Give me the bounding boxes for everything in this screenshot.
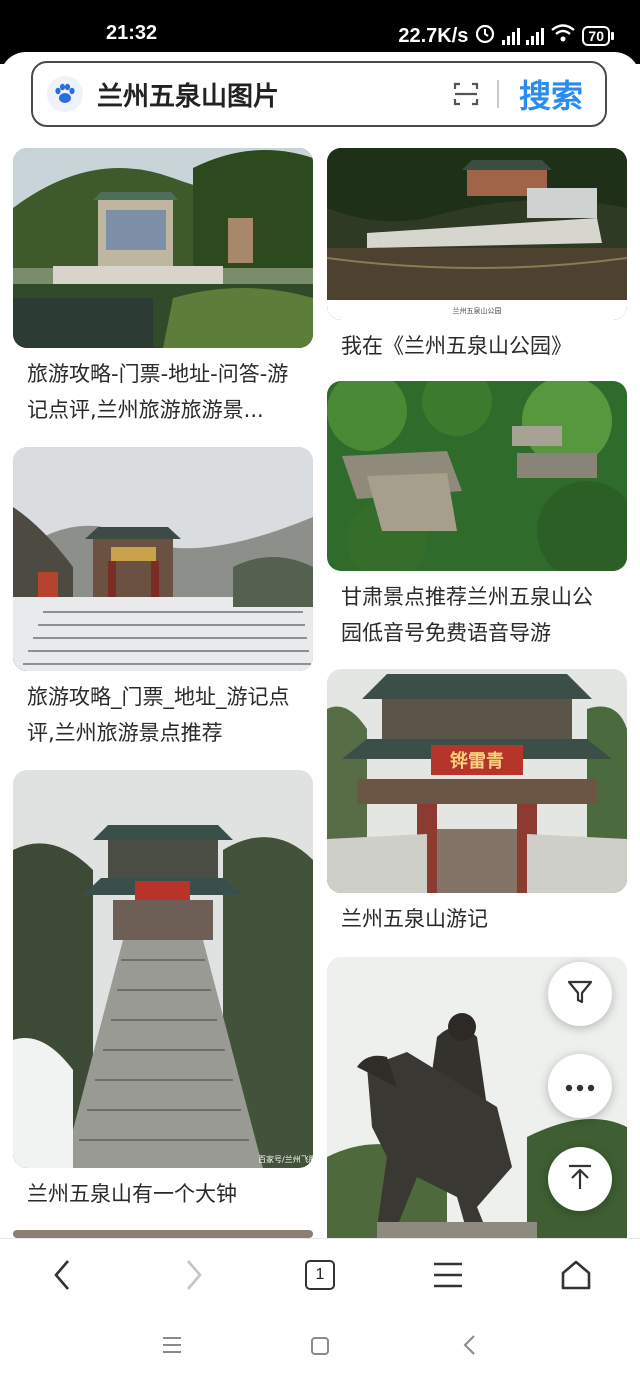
tab-count: 1 xyxy=(305,1260,335,1290)
search-divider xyxy=(496,80,499,108)
result-card[interactable]: 旅游攻略_门票_地址_游记点评,兰州旅游景点推荐 xyxy=(13,447,313,751)
result-image[interactable]: 兰州五泉山公园 xyxy=(327,148,627,320)
result-caption[interactable]: 我在《兰州五泉山公园》 xyxy=(327,328,627,364)
result-image[interactable]: 铧雷青 xyxy=(327,669,627,893)
alarm-icon xyxy=(474,22,496,50)
result-image[interactable] xyxy=(13,447,313,671)
system-home-icon[interactable] xyxy=(310,1336,330,1360)
home-icon[interactable] xyxy=(556,1255,596,1295)
search-header: 兰州五泉山图片 搜索 xyxy=(0,52,640,144)
system-back-icon[interactable] xyxy=(462,1334,476,1360)
tabs-button[interactable]: 1 xyxy=(300,1255,340,1295)
signal-icon xyxy=(502,27,521,45)
forward-icon[interactable] xyxy=(174,1255,214,1295)
search-input[interactable]: 兰州五泉山图片 xyxy=(97,76,453,113)
battery-indicator: 70 xyxy=(582,26,614,46)
browser-bottom-nav: 1 xyxy=(0,1238,640,1309)
back-to-top-icon xyxy=(566,1163,594,1195)
status-icons: 22.7K/s 70 xyxy=(398,22,614,50)
menu-icon[interactable] xyxy=(428,1255,468,1295)
result-card[interactable]: 铧雷青 兰州五泉山游记 xyxy=(327,669,627,937)
search-button[interactable]: 搜索 xyxy=(519,71,583,117)
result-card-partial[interactable] xyxy=(13,1230,313,1238)
filter-icon xyxy=(566,978,594,1010)
result-card[interactable]: 百家号/兰州飞騰 兰州五泉山有一个大钟 xyxy=(13,770,313,1212)
result-image[interactable] xyxy=(13,148,313,348)
paw-icon[interactable] xyxy=(47,76,83,112)
result-caption[interactable]: 兰州五泉山有一个大钟 xyxy=(13,1176,313,1212)
signal-icon-2 xyxy=(526,27,545,45)
result-image[interactable] xyxy=(13,1230,313,1238)
result-image[interactable] xyxy=(327,381,627,571)
status-time: 21:32 xyxy=(106,22,158,44)
result-card[interactable]: 兰州五泉山公园 我在《兰州五泉山公园》 xyxy=(327,148,627,364)
result-image[interactable]: 百家号/兰州飞騰 xyxy=(13,770,313,1168)
result-card[interactable]: 甘肃景点推荐兰州五泉山公园低音号免费语音导游 xyxy=(327,381,627,651)
result-card[interactable]: 旅游攻略-门票-地址-问答-游记点评,兰州旅游旅游景... xyxy=(13,148,313,428)
search-box[interactable]: 兰州五泉山图片 搜索 xyxy=(31,61,607,127)
image-sign-text: 铧雷青 xyxy=(450,750,504,772)
more-icon xyxy=(565,1077,595,1096)
recents-icon[interactable] xyxy=(162,1336,182,1358)
wifi-icon xyxy=(550,23,576,49)
back-icon[interactable] xyxy=(42,1255,82,1295)
image-caption-text: 兰州五泉山公园 xyxy=(453,306,502,315)
result-caption[interactable]: 旅游攻略_门票_地址_游记点评,兰州旅游景点推荐 xyxy=(13,679,313,751)
result-caption[interactable]: 旅游攻略-门票-地址-问答-游记点评,兰州旅游旅游景... xyxy=(13,356,313,428)
result-caption[interactable]: 甘肃景点推荐兰州五泉山公园低音号免费语音导游 xyxy=(327,579,627,651)
network-speed: 22.7K/s xyxy=(398,24,469,47)
scan-icon[interactable] xyxy=(453,81,479,107)
more-button[interactable] xyxy=(548,1054,612,1118)
image-watermark: 百家号/兰州飞騰 xyxy=(258,1154,313,1164)
back-to-top-button[interactable] xyxy=(548,1147,612,1211)
system-nav-bar xyxy=(0,1308,640,1386)
filter-button[interactable] xyxy=(548,962,612,1026)
result-caption[interactable]: 兰州五泉山游记 xyxy=(327,901,627,937)
